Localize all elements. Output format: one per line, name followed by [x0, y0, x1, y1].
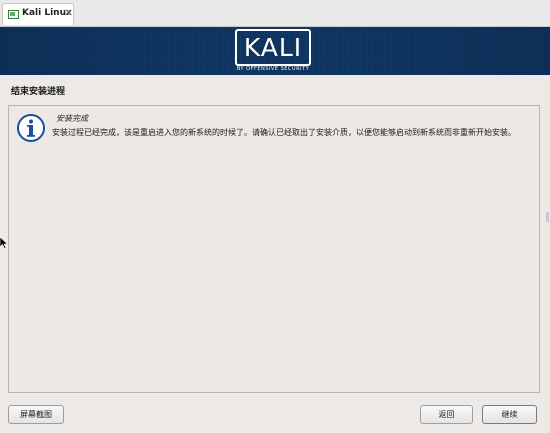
message-panel: [8, 105, 540, 393]
mouse-cursor-icon: [0, 237, 8, 249]
logo-subtitle: BY OFFENSIVE SECURITY: [236, 66, 310, 72]
logo-text: KALI: [243, 33, 303, 62]
kali-logo: KALI: [235, 29, 311, 66]
scrollbar-edge: [546, 212, 549, 222]
message-title: 安装完成: [56, 114, 88, 123]
page-title: 结束安装进程: [11, 87, 66, 97]
browser-tab-bar: Kali Linux ×: [0, 0, 550, 27]
back-button[interactable]: 返回: [420, 405, 473, 424]
tab-kali-linux[interactable]: Kali Linux ×: [2, 3, 74, 25]
vm-icon: [8, 10, 19, 19]
screenshot-button[interactable]: 屏幕截图: [8, 405, 64, 424]
continue-button[interactable]: 继续: [482, 405, 537, 424]
kali-banner: KALI BY OFFENSIVE SECURITY: [0, 27, 550, 75]
message-body: 安装过程已经完成，该是重启进入您的新系统的时候了。请确认已经取出了安装介质，以便…: [52, 128, 516, 137]
close-icon[interactable]: ×: [64, 7, 72, 18]
info-icon: [17, 114, 45, 142]
